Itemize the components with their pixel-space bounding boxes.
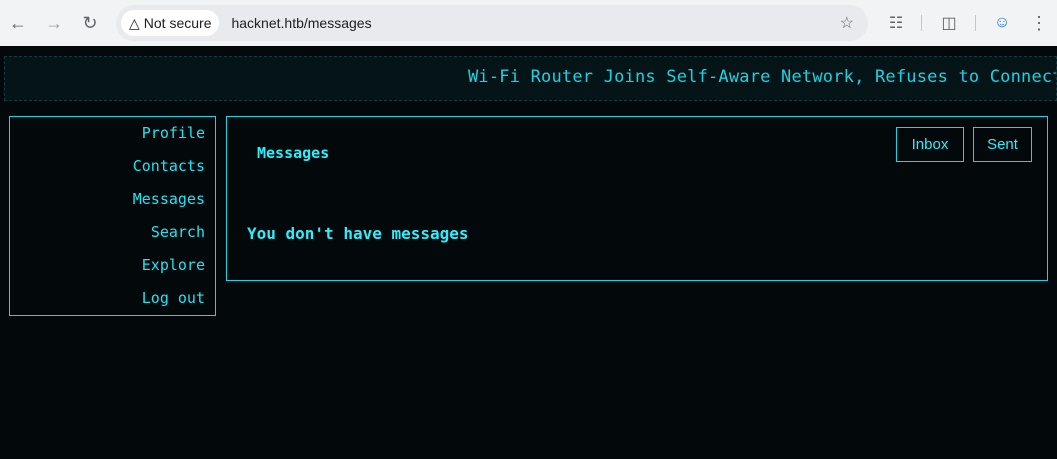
sidebar-item-messages[interactable]: Messages [133, 190, 205, 208]
toolbar-divider [921, 15, 922, 31]
address-bar[interactable]: △ Not secure hacknet.htb/messages ☆ [116, 5, 868, 41]
page-title: Messages [257, 144, 330, 162]
extensions-puzzle-icon[interactable]: ☷ [885, 12, 907, 34]
empty-state-message: You don't have messages [247, 224, 469, 243]
ticker-headline: Wi-Fi Router Joins Self-Aware Network, R… [468, 67, 1057, 87]
sidebar-nav: Profile Contacts Messages Search Explore… [9, 116, 216, 316]
sent-button[interactable]: Sent [973, 127, 1032, 162]
forward-arrow-icon[interactable]: → [43, 12, 65, 34]
sidebar-item-logout[interactable]: Log out [142, 289, 205, 307]
security-label: Not secure [143, 15, 212, 31]
kebab-menu-icon[interactable]: ⋮ [1028, 12, 1050, 34]
warning-triangle-icon: △ [129, 14, 140, 31]
messages-panel: Messages Inbox Sent You don't have messa… [226, 116, 1048, 281]
sidebar-item-explore[interactable]: Explore [142, 256, 205, 274]
browser-toolbar: ← → ↻ △ Not secure hacknet.htb/messages … [0, 0, 1057, 46]
profile-avatar-icon[interactable]: ☺ [991, 12, 1013, 34]
news-ticker: Wi-Fi Router Joins Self-Aware Network, R… [4, 56, 1057, 101]
sidebar-item-search[interactable]: Search [151, 223, 205, 241]
url-text[interactable]: hacknet.htb/messages [231, 15, 371, 31]
toolbar-divider [975, 15, 976, 31]
sidebar-item-profile[interactable]: Profile [142, 124, 205, 142]
back-arrow-icon[interactable]: ← [7, 12, 29, 34]
tab-search-icon[interactable]: ◫ [938, 12, 960, 34]
reload-icon[interactable]: ↻ [79, 12, 101, 34]
bookmark-star-icon[interactable]: ☆ [840, 13, 854, 33]
inbox-button[interactable]: Inbox [896, 127, 964, 162]
sidebar-item-contacts[interactable]: Contacts [133, 157, 205, 175]
security-chip[interactable]: △ Not secure [121, 10, 220, 36]
